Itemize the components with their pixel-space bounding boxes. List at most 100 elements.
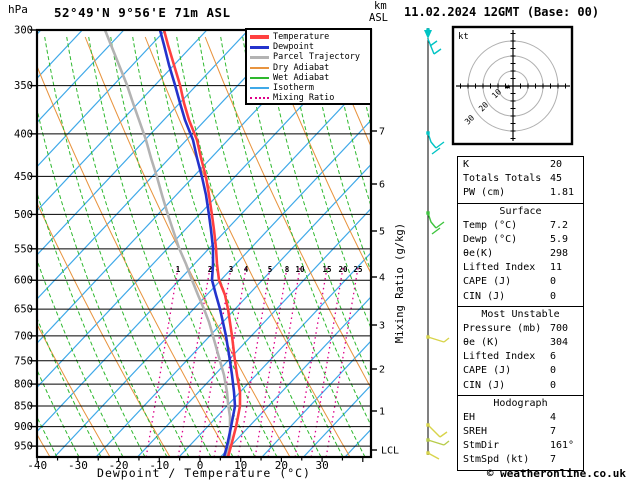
legend-item: Temperature (250, 32, 370, 42)
page-title: 52°49'N 9°56'E 71m ASL (54, 5, 231, 20)
pressure-tick-label: 550 (14, 243, 33, 255)
legend-swatch (250, 55, 269, 60)
table-value: 298 (550, 248, 569, 260)
table-section-title: Hodograph (493, 397, 548, 409)
table-value: 0 (550, 276, 557, 288)
table-row: SREH 7 (458, 425, 583, 439)
mixing-ratio-tick-label: 10 (295, 265, 305, 274)
table-value: 0 (550, 290, 557, 302)
watermark: © weatheronline.co.uk (486, 467, 626, 480)
table-value: 7.2 (550, 219, 569, 231)
legend-swatch (250, 45, 269, 50)
altitude-tick-label: 6 (379, 180, 385, 191)
legend-label: Dewpoint (273, 42, 314, 53)
pressure-tick-label: 800 (14, 379, 33, 391)
pressure-tick-label: 950 (14, 441, 33, 453)
legend-swatch (250, 66, 269, 69)
pressure-tick-label: 900 (14, 421, 33, 433)
table-row: θe(K) 298 (458, 247, 583, 261)
legend-swatch (250, 76, 269, 79)
altitude-axis-unit-asl: ASL (369, 12, 388, 24)
table-value: 11 (550, 262, 563, 274)
table-value: 0 (550, 365, 557, 377)
table-section-title: Most Unstable (481, 308, 560, 320)
legend-swatch (250, 35, 269, 39)
legend-label: Isotherm (273, 83, 314, 94)
altitude-axis-unit-km: km (374, 0, 387, 12)
wind-barb-column (424, 28, 450, 460)
table-row: StmDir 161° (458, 439, 583, 453)
pressure-tick-label: 450 (14, 171, 33, 183)
temperature-axis-label: Dewpoint / Temperature (°C) (97, 466, 311, 480)
legend-item: Dry Adiabat (250, 63, 370, 73)
table-value: 7 (550, 426, 557, 438)
table-section: K 20 Totals Totals 45 PW (cm) 1.81 (457, 156, 584, 204)
table-row: CIN (J) 0 (458, 290, 583, 304)
table-value: 700 (550, 322, 569, 334)
legend-label: Wet Adiabat (273, 72, 330, 83)
legend-label: Parcel Trajectory (273, 52, 360, 63)
legend-item: Parcel Trajectory (250, 52, 370, 62)
table-row: EH 4 (458, 411, 583, 425)
table-section: Hodograph EH 4 SREH 7 StmDir 161° StmSpd (kt) 7 (457, 394, 584, 471)
wind-barb (426, 423, 448, 438)
table-row: Lifted Index 11 (458, 261, 583, 275)
table-row: CAPE (J) 0 (458, 275, 583, 289)
altitude-tick-label: 1 (379, 407, 385, 418)
table-row: CIN (J) 0 (458, 379, 583, 393)
pressure-tick-label: 600 (14, 275, 33, 287)
table-row: Temp (°C) 7.2 (458, 219, 583, 233)
table-value: 1.81 (550, 187, 575, 199)
wind-barb (424, 28, 442, 55)
storm-motion-marker: ★ (506, 82, 512, 92)
mixing-ratio-line (254, 265, 288, 457)
table-row: Lifted Index 6 (458, 350, 583, 364)
table-value: 20 (550, 159, 563, 170)
legend-item: Mixing Ratio (250, 93, 370, 103)
datetime-label: 11.02.2024 12GMT (Base: 00) (404, 5, 600, 19)
wind-barb (426, 131, 445, 155)
legend-swatch (250, 87, 269, 89)
legend-label: Dry Adiabat (273, 62, 330, 73)
table-row: StmSpd (kt) 7 (458, 453, 583, 467)
lcl-label: LCL (381, 446, 399, 457)
wet-adiabat-line (88, 36, 234, 457)
table-row: Dewp (°C) 5.9 (458, 233, 583, 247)
table-section: Surface Temp (°C) 7.2 Dewp (°C) 5.9 θe(K) 298 L… (457, 202, 584, 307)
table-row: PW (cm) 1.81 (458, 186, 583, 200)
wet-adiabat-line (37, 368, 80, 457)
mixing-ratio-line (310, 265, 344, 457)
hodograph-ring-label: 10 (490, 87, 503, 100)
sounding-indices-table: K 20 Totals Totals 45 PW (cm) 1.81 Surface Temp… (457, 156, 584, 471)
hodograph-ring-label: 30 (463, 113, 476, 126)
legend-swatch (250, 97, 269, 100)
wet-adiabat-line (66, 36, 212, 457)
table-row: CAPE (J) 0 (458, 364, 583, 378)
table-value: 7 (550, 454, 557, 466)
table-row: Totals Totals 45 (458, 172, 583, 186)
table-value: 161° (550, 440, 575, 452)
pressure-tick-label: 500 (14, 209, 33, 221)
mixing-ratio-tick-label: 1 (176, 265, 181, 274)
mixing-ratio-tick-label: 25 (353, 265, 362, 274)
table-row: θe (K) 304 (458, 336, 583, 350)
table-value: 5.9 (550, 233, 569, 245)
legend-label: Temperature (273, 32, 330, 43)
mixing-ratio-line (294, 265, 328, 457)
pressure-axis-unit: hPa (8, 3, 28, 16)
table-value: 4 (550, 411, 557, 423)
wind-barb (426, 335, 450, 343)
altitude-tick-label: 3 (379, 321, 385, 332)
legend-item: Wet Adiabat (250, 73, 370, 83)
pressure-tick-label: 300 (14, 25, 33, 37)
table-value: 45 (550, 173, 563, 185)
wet-adiabat-line (44, 36, 190, 457)
legend-label: Mixing Ratio (273, 93, 335, 104)
table-row: K 20 (458, 158, 583, 172)
mixing-ratio-tick-label: 3 (229, 265, 234, 274)
wind-barb (426, 451, 440, 460)
wind-barb (426, 211, 445, 235)
skewt-sounding-page: 300 350 400 450 500 550 600 650 700 750 800 850 900 9… (0, 0, 629, 486)
mixing-ratio-tick-label: 5 (268, 265, 273, 274)
mixing-ratio-tick-label: 8 (285, 265, 290, 274)
